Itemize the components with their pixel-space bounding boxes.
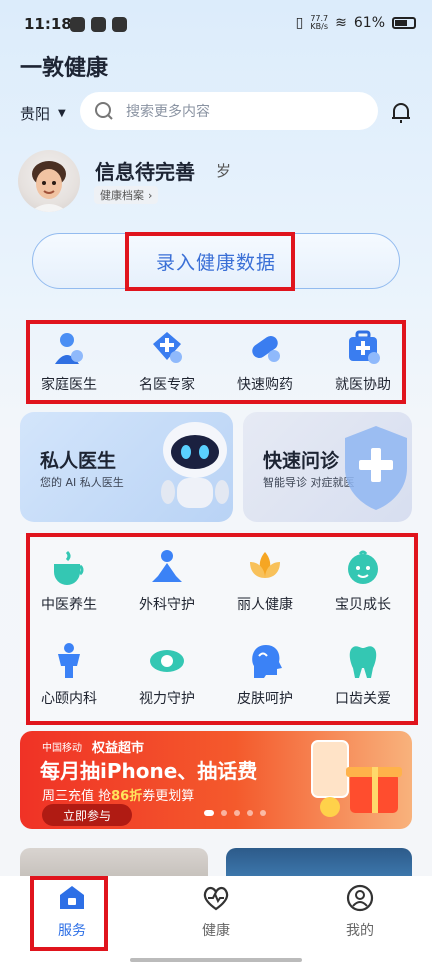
- carousel-dot[interactable]: [260, 810, 266, 816]
- bell-icon[interactable]: [388, 99, 414, 125]
- gift-phone-icon: [311, 740, 402, 817]
- avatar[interactable]: [18, 150, 80, 212]
- carousel-dot[interactable]: [234, 810, 240, 816]
- news-card[interactable]: [20, 848, 208, 876]
- app-notification-icon: [70, 17, 85, 32]
- promo-join-button[interactable]: 立即参与: [42, 804, 132, 826]
- wifi-icon: ≋: [335, 15, 347, 31]
- tab-health[interactable]: 健康: [144, 876, 288, 964]
- app-title: 一敦健康: [20, 56, 109, 81]
- private-doctor-subtitle: 您的 AI 私人医生: [40, 476, 124, 489]
- promo-title: 每月抽iPhone、抽话费: [40, 759, 258, 783]
- highlight-box: [125, 232, 295, 291]
- vibrate-icon: ▯: [295, 15, 304, 31]
- user-icon: [346, 884, 374, 912]
- shield-cross-icon: [345, 426, 407, 510]
- search-input[interactable]: 搜索更多内容: [80, 92, 378, 130]
- battery-level: 61%: [353, 15, 385, 31]
- status-app-icons: [70, 17, 127, 32]
- promo-subtitle: 周三充值 抢86折券更划算: [42, 789, 195, 804]
- health-archive-label: 健康档案: [100, 189, 144, 202]
- chevron-right-icon: ›: [148, 188, 153, 202]
- private-doctor-card[interactable]: 私人医生 您的 AI 私人医生: [20, 412, 233, 522]
- status-time: 11:18: [24, 15, 72, 33]
- tab-label: 健康: [202, 923, 230, 939]
- search-placeholder: 搜索更多内容: [126, 104, 210, 120]
- search-icon: [95, 102, 113, 120]
- highlight-box: [26, 320, 406, 404]
- highlight-box: [26, 533, 418, 725]
- battery-icon: [392, 17, 416, 29]
- network-speed: 77.7 KB/s: [310, 14, 329, 31]
- promo-banner[interactable]: 中国移动 权益超市 每月抽iPhone、抽话费 周三充值 抢86折券更划算 立即…: [20, 731, 412, 829]
- promo-brand: 中国移动: [42, 743, 82, 754]
- app-notification-icon: [112, 17, 127, 32]
- highlight-box: [30, 876, 108, 951]
- private-doctor-title: 私人医生: [40, 450, 117, 472]
- status-bar: 11:18 ▯ 77.7 KB/s ≋ 61%: [0, 0, 432, 50]
- app-notification-icon: [91, 17, 106, 32]
- caret-down-icon: ▼: [58, 108, 66, 119]
- status-indicators: ▯ 77.7 KB/s ≋ 61%: [296, 15, 416, 31]
- city-selector[interactable]: 贵阳 ▼: [20, 103, 66, 124]
- city-name: 贵阳: [20, 105, 51, 123]
- promo-store: 权益超市: [92, 741, 145, 756]
- quick-consult-card[interactable]: 快速问诊 智能导诊 对症就医: [243, 412, 412, 522]
- quick-consult-title: 快速问诊: [263, 450, 340, 472]
- user-name: 信息待完善: [95, 160, 195, 184]
- heart-pulse-icon: [203, 886, 229, 911]
- avatar-cartoon-icon: [30, 161, 68, 212]
- carousel-dot[interactable]: [221, 810, 227, 816]
- health-archive-link[interactable]: 健康档案 ›: [94, 186, 159, 204]
- user-age: 岁: [216, 162, 232, 180]
- carousel-dot[interactable]: [247, 810, 253, 816]
- tab-me[interactable]: 我的: [288, 876, 432, 964]
- carousel-dots: [204, 810, 266, 816]
- robot-icon: [161, 422, 229, 508]
- home-indicator[interactable]: [130, 958, 302, 962]
- tab-label: 我的: [346, 923, 374, 939]
- carousel-dot[interactable]: [204, 810, 214, 816]
- news-card[interactable]: [226, 848, 412, 876]
